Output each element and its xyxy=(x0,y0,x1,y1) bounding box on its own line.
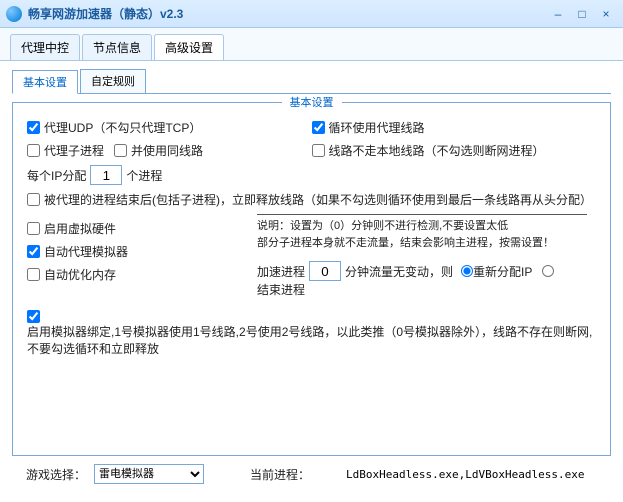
checkbox-use-same-line[interactable] xyxy=(114,144,127,157)
checkbox-proxy-udp[interactable] xyxy=(27,121,40,134)
checkbox-emulator-bind[interactable] xyxy=(27,310,40,323)
label-proxy-child: 代理子进程 xyxy=(44,142,104,159)
radio-end-process[interactable] xyxy=(542,265,554,277)
label-current-proc: 当前进程： xyxy=(250,466,310,483)
label-radio-reassign: 重新分配IP xyxy=(473,263,532,280)
checkbox-proxy-child[interactable] xyxy=(27,144,40,157)
label-explain-line1: 设置为（0）分钟则不进行检测,不要设置太低 xyxy=(290,220,508,232)
minimize-button[interactable]: – xyxy=(547,5,569,23)
window-title: 畅享网游加速器（静态）v2.3 xyxy=(28,5,545,22)
label-loop-proxy: 循环使用代理线路 xyxy=(329,119,425,136)
checkbox-loop-proxy[interactable] xyxy=(312,121,325,134)
label-game-select: 游戏选择： xyxy=(26,466,86,483)
label-accel-suffix: 分钟流量无变动，则 xyxy=(345,263,453,280)
label-enable-vhw: 启用虚拟硬件 xyxy=(44,220,116,237)
tab-proxy-control[interactable]: 代理中控 xyxy=(10,34,80,60)
input-accel-minutes[interactable] xyxy=(309,261,341,281)
subtab-basic-settings[interactable]: 基本设置 xyxy=(12,70,78,94)
label-use-same-line: 并使用同线路 xyxy=(131,142,203,159)
input-per-ip[interactable] xyxy=(90,165,122,185)
label-accel-prefix: 加速进程 xyxy=(257,263,305,280)
checkbox-enable-vhw[interactable] xyxy=(27,222,40,235)
maximize-button[interactable]: □ xyxy=(571,5,593,23)
checkbox-auto-proxy-emulator[interactable] xyxy=(27,245,40,258)
current-proc-value: LdBoxHeadless.exe,LdVBoxHeadless.exe xyxy=(346,468,584,481)
label-per-ip-suffix: 个进程 xyxy=(126,167,162,184)
label-per-ip-prefix: 每个IP分配 xyxy=(27,167,86,184)
label-auto-opt-mem: 自动优化内存 xyxy=(44,266,116,283)
label-auto-proxy-emulator: 自动代理模拟器 xyxy=(44,243,128,260)
label-explain-line2: 部分子进程本身就不走流量，结束会影响主进程，按需设置！ xyxy=(257,237,554,249)
tab-advanced-settings[interactable]: 高级设置 xyxy=(154,34,224,60)
label-radio-end: 结束进程 xyxy=(257,281,305,298)
label-emulator-bind: 启用模拟器绑定,1号模拟器使用1号线路,2号使用2号线路，以此类推（0号模拟器除… xyxy=(27,323,596,357)
checkbox-auto-opt-mem[interactable] xyxy=(27,268,40,281)
label-proxy-udp: 代理UDP（不勾只代理TCP） xyxy=(44,119,201,136)
subtab-custom-rules[interactable]: 自定规则 xyxy=(80,69,146,93)
fieldset-legend: 基本设置 xyxy=(282,94,342,110)
label-line-no-local: 线路不走本地线路（不勾选则断网进程） xyxy=(329,142,545,159)
app-icon xyxy=(6,6,22,22)
close-button[interactable]: × xyxy=(595,5,617,23)
label-explain-prefix: 说明： xyxy=(257,220,290,232)
checkbox-release-line[interactable] xyxy=(27,193,40,206)
select-game[interactable]: 雷电模拟器 xyxy=(94,464,204,484)
label-release-line: 被代理的进程结束后(包括子进程)，立即释放线路（如果不勾选则循环使用到最后一条线… xyxy=(44,191,592,208)
radio-reassign-ip[interactable] xyxy=(461,265,473,277)
checkbox-line-no-local[interactable] xyxy=(312,144,325,157)
tab-node-info[interactable]: 节点信息 xyxy=(82,34,152,60)
